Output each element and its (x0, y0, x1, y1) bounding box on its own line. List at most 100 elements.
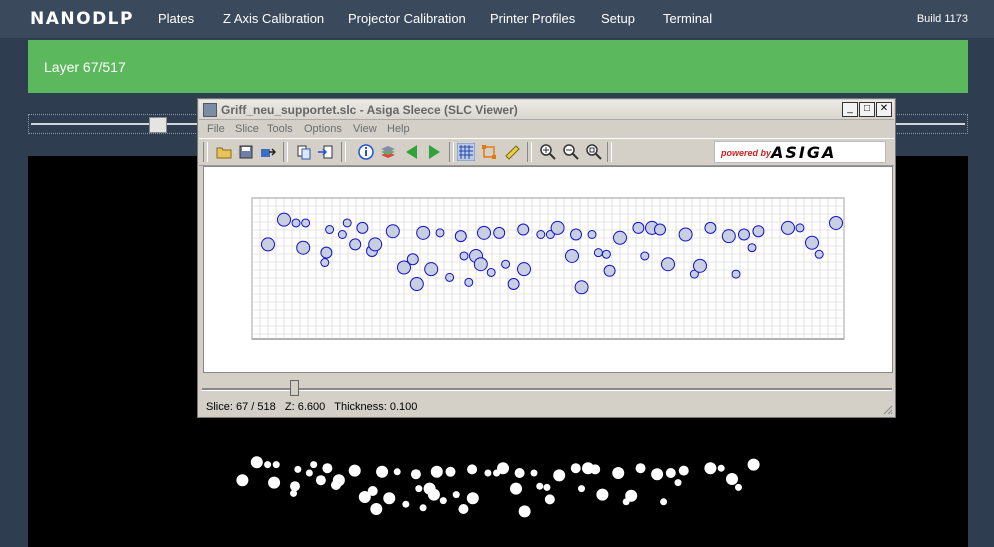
preview-blob (530, 469, 538, 477)
slice-contour (721, 229, 736, 244)
preview-blob (570, 463, 581, 474)
grid-icon[interactable] (457, 143, 475, 161)
preview-blob (370, 503, 383, 515)
preview-blob (383, 492, 396, 505)
bounding-box-icon[interactable] (480, 143, 498, 161)
slice-contour (587, 230, 597, 239)
slice-contour (459, 251, 469, 261)
slice-contour (406, 253, 419, 266)
preview-blob (415, 485, 423, 493)
menu-tools[interactable]: Tools (267, 123, 293, 135)
save-icon[interactable] (237, 143, 255, 161)
preview-blob (543, 483, 551, 491)
prev-slice-icon[interactable] (403, 143, 421, 161)
ruler-icon[interactable] (503, 143, 521, 161)
preview-blob (734, 483, 742, 491)
slice-contour (320, 258, 330, 268)
slice-contour (473, 257, 488, 272)
slice-contour (550, 220, 565, 235)
slice-contour (342, 218, 352, 228)
preview-blob (651, 468, 664, 481)
preview-blob (315, 475, 326, 486)
zoom-in-icon[interactable] (539, 143, 557, 161)
status-bar: Slice: 67 / 518 Z: 6.600 Thickness: 0.10… (206, 401, 417, 413)
preview-blob (466, 492, 479, 505)
slice-slider-track (202, 388, 892, 391)
slice-contour (435, 228, 445, 238)
slice-slider-handle[interactable] (290, 380, 299, 396)
preview-blob (402, 500, 410, 508)
brand-name: ASIGA (771, 143, 837, 162)
preview-blob (467, 464, 478, 475)
menu-options[interactable]: Options (304, 123, 342, 135)
export-icon[interactable] (259, 143, 277, 161)
slice-contour (261, 237, 275, 252)
slice-contour (593, 248, 603, 258)
preview-blob (367, 486, 378, 496)
preview-blob (268, 476, 281, 489)
minimize-button[interactable]: _ (842, 102, 858, 117)
window-title: Griff_neu_supportet.slc - Asiga Sleece (… (221, 103, 518, 117)
toolbar-separator (283, 142, 288, 162)
slice-contour (654, 223, 666, 236)
slice-contour (704, 221, 717, 234)
nav-setup[interactable]: Setup (601, 11, 635, 26)
nav-projector-calibration[interactable]: Projector Calibration (348, 11, 466, 26)
slice-grid-view (251, 197, 845, 340)
maximize-button[interactable]: □ (859, 102, 875, 117)
slice-contour (814, 249, 824, 259)
nav-printer-profiles[interactable]: Printer Profiles (490, 11, 575, 26)
toolbar-separator (527, 142, 532, 162)
slice-contour (678, 227, 693, 242)
preview-blob (726, 473, 738, 485)
menu-file[interactable]: File (207, 123, 225, 135)
toolbar-separator (449, 142, 454, 162)
slice-contour (536, 230, 546, 239)
copy-icon[interactable] (295, 143, 313, 161)
menu-help[interactable]: Help (387, 123, 410, 135)
preview-blob (553, 469, 566, 482)
menu-bar: File Slice Tools Options View Help (199, 120, 894, 137)
slice-contour (356, 221, 369, 234)
import-icon[interactable] (317, 143, 335, 161)
menu-view[interactable]: View (353, 123, 377, 135)
slice-contour (337, 230, 347, 239)
toolbar: powered by ASIGA (199, 138, 894, 166)
window-titlebar[interactable]: Griff_neu_supportet.slc - Asiga Sleece (… (199, 100, 894, 120)
slice-contour (574, 280, 589, 295)
nav-plates[interactable]: Plates (158, 11, 194, 26)
slice-contour (477, 225, 491, 240)
layers-icon[interactable] (379, 143, 397, 161)
next-slice-icon[interactable] (425, 143, 443, 161)
layer-slider-handle[interactable] (149, 117, 167, 133)
preview-blob (264, 461, 272, 469)
slice-contour (409, 277, 424, 291)
preview-blob (612, 467, 625, 479)
open-folder-icon[interactable] (215, 143, 233, 161)
status-z: Z: 6.600 (284, 401, 326, 413)
status-thickness: Thickness: 0.100 (334, 401, 418, 413)
preview-blob (625, 489, 638, 502)
menu-slice[interactable]: Slice (235, 123, 259, 135)
status-slice: Slice: 67 / 518 (206, 401, 276, 413)
info-icon[interactable] (357, 143, 375, 161)
preview-blob (272, 461, 280, 469)
nav-terminal[interactable]: Terminal (663, 11, 712, 26)
preview-blob (514, 468, 525, 478)
preview-blob (678, 465, 689, 476)
preview-blob (332, 474, 345, 487)
resize-grip-icon[interactable] (881, 403, 893, 415)
zoom-out-icon[interactable] (562, 143, 580, 161)
slice-contour (517, 262, 531, 277)
close-button[interactable]: ✕ (876, 102, 892, 117)
nanodlp-logo[interactable]: NANODLP (30, 9, 134, 29)
slice-slider[interactable] (202, 380, 892, 396)
preview-blob (674, 479, 682, 487)
zoom-fit-icon[interactable] (585, 143, 603, 161)
preview-blob (419, 504, 427, 512)
app-window-icon (203, 103, 217, 117)
preview-blob (310, 461, 318, 469)
nav-z-axis-calibration[interactable]: Z Axis Calibration (223, 11, 324, 26)
slice-contour (781, 220, 795, 235)
slice-canvas[interactable] (203, 166, 893, 373)
